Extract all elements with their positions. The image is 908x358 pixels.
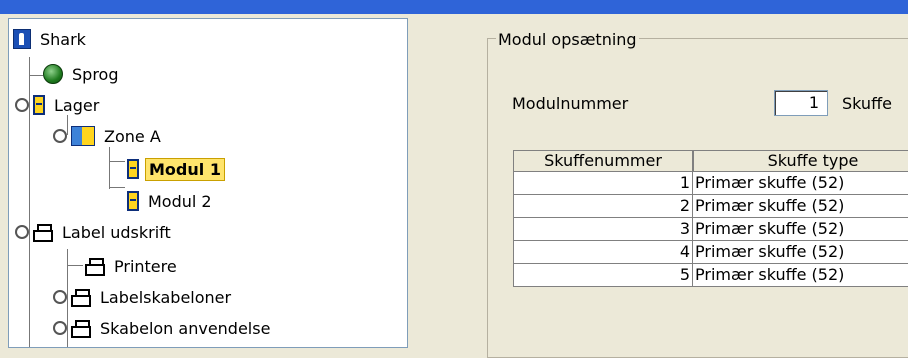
tree-line bbox=[29, 75, 43, 76]
tree-item-shark[interactable]: Shark bbox=[13, 24, 89, 54]
printer-icon bbox=[33, 224, 53, 242]
printer-icon bbox=[71, 289, 91, 307]
tree-item-labelskabeloner[interactable]: Labelskabeloner bbox=[53, 282, 234, 312]
tree-item-zone-a[interactable]: Zone A bbox=[53, 121, 164, 151]
tree-item-sprog[interactable]: Sprog bbox=[43, 59, 121, 89]
globe-icon bbox=[43, 64, 63, 84]
tree-line bbox=[109, 187, 125, 188]
tree-item-label: Zone A bbox=[104, 126, 161, 146]
tree-item-label: Modul 1 bbox=[145, 157, 225, 181]
tree-item-label-udskrift[interactable]: Label udskrift bbox=[15, 217, 174, 247]
window-title-bar bbox=[0, 0, 908, 14]
tree-item-label: Labelskabeloner bbox=[100, 287, 232, 307]
tree-item-modul-1[interactable]: Modul 1 bbox=[127, 154, 225, 184]
cell-skuffe-type[interactable]: Primær skuffe (52) bbox=[693, 195, 908, 218]
expand-toggle-icon[interactable] bbox=[53, 129, 67, 143]
cell-skuffenummer[interactable]: 4 bbox=[513, 241, 693, 264]
cell-skuffe-type[interactable]: Primær skuffe (52) bbox=[693, 264, 908, 287]
table-row[interactable]: 4 Primær skuffe (52) bbox=[513, 241, 908, 264]
column-header-skuffe-type[interactable]: Skuffe type bbox=[693, 150, 908, 172]
cabinet-icon bbox=[127, 159, 139, 179]
printer-icon bbox=[71, 320, 91, 338]
tree-line bbox=[67, 265, 83, 266]
printer-icon bbox=[85, 258, 105, 276]
modulnummer-field[interactable]: 1 bbox=[774, 90, 828, 116]
expand-toggle-icon[interactable] bbox=[53, 290, 67, 304]
tree-item-lager[interactable]: Lager bbox=[15, 90, 102, 120]
table-row[interactable]: 1 Primær skuffe (52) bbox=[513, 172, 908, 195]
tree-item-label: Shark bbox=[40, 29, 86, 49]
table-row[interactable]: 2 Primær skuffe (52) bbox=[513, 195, 908, 218]
tree-item-label: Sprog bbox=[72, 64, 119, 84]
table-row[interactable]: 3 Primær skuffe (52) bbox=[513, 218, 908, 241]
cell-skuffenummer[interactable]: 2 bbox=[513, 195, 693, 218]
zone-icon bbox=[71, 126, 95, 146]
cell-skuffenummer[interactable]: 5 bbox=[513, 264, 693, 287]
group-title: Modul opsætning bbox=[496, 30, 639, 49]
tree-item-label: Printere bbox=[114, 256, 177, 276]
cell-skuffe-type[interactable]: Primær skuffe (52) bbox=[693, 218, 908, 241]
tree-item-label: Modul 2 bbox=[148, 191, 212, 211]
navigation-tree[interactable]: Shark Sprog Lager Zone A Modul 1 Modul 2… bbox=[8, 18, 408, 348]
cell-skuffe-type[interactable]: Primær skuffe (52) bbox=[693, 241, 908, 264]
cell-skuffenummer[interactable]: 1 bbox=[513, 172, 693, 195]
tree-line bbox=[109, 161, 125, 162]
expand-toggle-icon[interactable] bbox=[53, 321, 67, 335]
tree-item-label: Label udskrift bbox=[62, 222, 171, 242]
tree-line bbox=[109, 147, 110, 189]
skuffe-label: Skuffe bbox=[842, 94, 892, 113]
column-header-skuffenummer[interactable]: Skuffenummer bbox=[513, 150, 693, 172]
cabinet-icon bbox=[127, 191, 139, 211]
cabinet-icon bbox=[33, 95, 45, 115]
expand-toggle-icon[interactable] bbox=[15, 98, 29, 112]
tree-item-modul-2[interactable]: Modul 2 bbox=[127, 186, 215, 216]
shark-icon bbox=[13, 29, 31, 49]
tree-item-label: Skabelon anvendelse bbox=[100, 318, 271, 338]
modulnummer-label: Modulnummer bbox=[512, 94, 629, 113]
tree-item-label: Lager bbox=[54, 95, 100, 115]
table-row[interactable]: 5 Primær skuffe (52) bbox=[513, 264, 908, 287]
expand-toggle-icon[interactable] bbox=[15, 225, 29, 239]
cell-skuffe-type[interactable]: Primær skuffe (52) bbox=[693, 172, 908, 195]
tree-item-skabelon-anvendelse[interactable]: Skabelon anvendelse bbox=[53, 313, 273, 343]
tree-item-printere[interactable]: Printere bbox=[85, 251, 180, 281]
cell-skuffenummer[interactable]: 3 bbox=[513, 218, 693, 241]
